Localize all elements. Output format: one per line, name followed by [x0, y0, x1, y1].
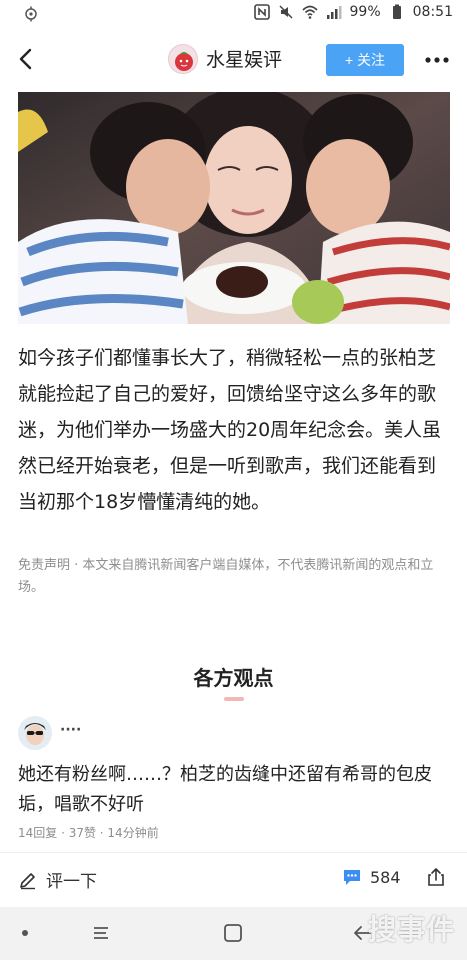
- comment-bubble-icon: [344, 870, 360, 885]
- write-comment-button[interactable]: 评一下: [18, 867, 97, 892]
- section-title: 各方观点: [193, 666, 274, 690]
- comment-count: 584: [370, 867, 401, 887]
- app-header: 水星娱评 + 关注: [0, 30, 467, 90]
- dot-indicator-icon: [22, 930, 28, 936]
- commenter-avatar[interactable]: [18, 716, 52, 750]
- nfc-icon: [253, 4, 270, 20]
- signal-icon: [326, 6, 342, 19]
- location-icon: [25, 6, 37, 22]
- battery-percent: 99%: [349, 4, 381, 20]
- battery-icon: [392, 4, 401, 19]
- mute-icon: [278, 5, 293, 19]
- channel-avatar[interactable]: [168, 44, 198, 74]
- recent-apps-icon[interactable]: [88, 920, 114, 946]
- disclaimer-text: 免责声明 · 本文来自腾讯新闻客户端自媒体，不代表腾讯新闻的观点和立场。: [18, 558, 434, 595]
- more-dots-icon[interactable]: [425, 55, 449, 65]
- cartoon-avatar-icon: [18, 716, 52, 750]
- wifi-icon: [301, 5, 318, 19]
- section-underline: [224, 697, 244, 701]
- clock: 08:51: [412, 4, 453, 20]
- pencil-icon: [20, 872, 35, 889]
- article-body: 如今孩子们都懂事长大了，稍微轻松一点的张柏芝就能捡起了自己的爱好，回馈给坚守这么…: [18, 347, 442, 513]
- channel-title[interactable]: 水星娱评: [206, 45, 282, 72]
- comments-button[interactable]: 584: [342, 867, 401, 887]
- commenter-name[interactable]: ····: [60, 722, 81, 738]
- comment-meta: 14回复 · 37赞 · 14分钟前: [18, 826, 159, 840]
- tomato-face-icon: [175, 52, 193, 71]
- article-photo[interactable]: [18, 92, 450, 324]
- status-bar: 99% 08:51: [0, 0, 467, 30]
- follow-button[interactable]: + 关注: [326, 44, 404, 76]
- mother-with-two-boys-photo: [18, 92, 450, 324]
- chevron-left-icon[interactable]: [14, 46, 40, 72]
- home-button-icon[interactable]: [220, 920, 246, 946]
- write-comment-label: 评一下: [46, 872, 97, 892]
- comment-text: 她还有粉丝啊……？柏芝的齿缝中还留有希哥的包皮垢，唱歌不好听: [18, 764, 432, 815]
- share-icon[interactable]: [426, 867, 446, 887]
- watermark: 搜事件: [368, 913, 456, 946]
- bottom-toolbar: 评一下 584: [0, 853, 467, 907]
